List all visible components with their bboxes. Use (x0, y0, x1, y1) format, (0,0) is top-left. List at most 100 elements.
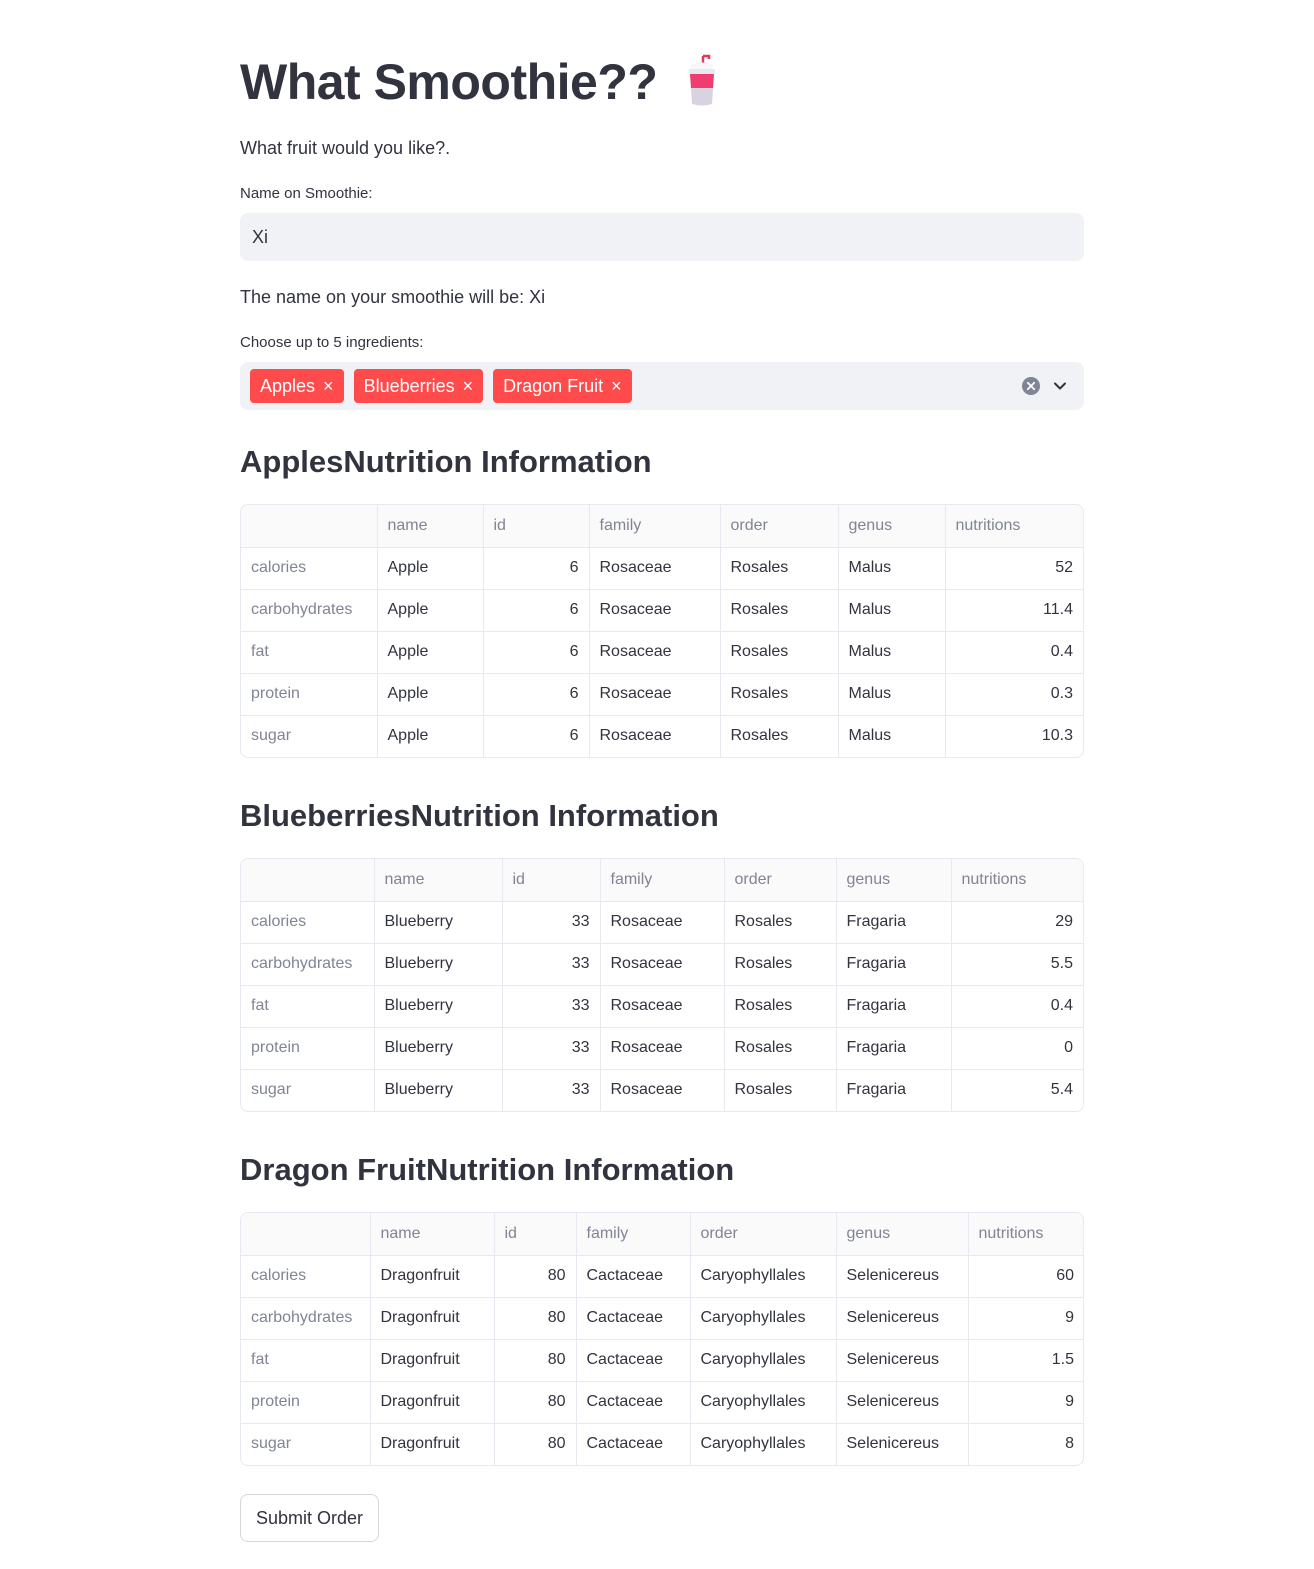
table-cell[interactable]: Rosales (720, 673, 839, 716)
table-cell[interactable]: Fragaria (836, 1027, 952, 1070)
table-cell[interactable]: Rosales (720, 547, 839, 590)
table-cell[interactable]: 0.3 (945, 673, 1083, 716)
table-cell[interactable]: Selenicereus (836, 1381, 969, 1424)
row-index-cell[interactable]: carbohydrates (241, 943, 375, 986)
table-cell[interactable]: Blueberry (374, 985, 503, 1028)
table-cell[interactable]: 33 (502, 1069, 601, 1111)
row-index-cell[interactable]: protein (241, 673, 378, 716)
table-cell[interactable]: 9 (968, 1297, 1083, 1340)
row-index-cell[interactable]: protein (241, 1381, 371, 1424)
table-cell[interactable]: Dragonfruit (370, 1297, 495, 1340)
table-cell[interactable]: Rosaceae (600, 943, 725, 986)
row-index-cell[interactable]: calories (241, 1255, 371, 1298)
table-cell[interactable]: Apple (377, 589, 484, 632)
table-cell[interactable]: Rosales (720, 715, 839, 757)
table-cell[interactable]: Selenicereus (836, 1339, 969, 1382)
table-cell[interactable]: 11.4 (945, 589, 1083, 632)
table-cell[interactable]: 6 (483, 589, 590, 632)
table-cell[interactable]: Rosales (724, 1027, 837, 1070)
table-cell[interactable]: Rosaceae (589, 631, 721, 674)
table-cell[interactable]: 5.4 (951, 1069, 1083, 1111)
table-cell[interactable]: Caryophyllales (690, 1423, 837, 1465)
column-header[interactable]: family (589, 505, 721, 548)
column-header[interactable] (241, 859, 375, 902)
row-index-cell[interactable]: sugar (241, 715, 378, 757)
table-cell[interactable]: Cactaceae (576, 1255, 691, 1298)
table-cell[interactable]: 0.4 (951, 985, 1083, 1028)
row-index-cell[interactable]: carbohydrates (241, 589, 378, 632)
table-cell[interactable]: Malus (838, 715, 946, 757)
table-cell[interactable]: 80 (494, 1297, 577, 1340)
table-cell[interactable]: 9 (968, 1381, 1083, 1424)
column-header[interactable] (241, 505, 378, 548)
table-cell[interactable]: Blueberry (374, 901, 503, 944)
column-header[interactable]: name (370, 1213, 495, 1256)
table-cell[interactable]: Cactaceae (576, 1339, 691, 1382)
row-index-cell[interactable]: protein (241, 1027, 375, 1070)
row-index-cell[interactable]: sugar (241, 1423, 371, 1465)
table-cell[interactable]: Apple (377, 631, 484, 674)
column-header[interactable] (241, 1213, 371, 1256)
table-cell[interactable]: Rosaceae (600, 901, 725, 944)
table-cell[interactable]: Selenicereus (836, 1423, 969, 1465)
column-header[interactable]: nutritions (945, 505, 1083, 548)
table-cell[interactable]: Rosaceae (600, 1027, 725, 1070)
table-cell[interactable]: Dragonfruit (370, 1339, 495, 1382)
table-cell[interactable]: Malus (838, 631, 946, 674)
column-header[interactable]: nutritions (968, 1213, 1083, 1256)
table-cell[interactable]: Caryophyllales (690, 1339, 837, 1382)
remove-chip-icon[interactable]: × (323, 377, 334, 395)
table-cell[interactable]: 1.5 (968, 1339, 1083, 1382)
table-cell[interactable]: Rosales (724, 985, 837, 1028)
table-cell[interactable]: Rosaceae (589, 715, 721, 757)
table-cell[interactable]: Fragaria (836, 901, 952, 944)
table-cell[interactable]: Rosaceae (589, 589, 721, 632)
table-cell[interactable]: 80 (494, 1423, 577, 1465)
column-header[interactable]: genus (836, 1213, 969, 1256)
table-cell[interactable]: Fragaria (836, 1069, 952, 1111)
row-index-cell[interactable]: carbohydrates (241, 1297, 371, 1340)
row-index-cell[interactable]: calories (241, 901, 375, 944)
table-cell[interactable]: 10.3 (945, 715, 1083, 757)
table-cell[interactable]: Caryophyllales (690, 1381, 837, 1424)
table-cell[interactable]: Fragaria (836, 943, 952, 986)
table-cell[interactable]: Blueberry (374, 943, 503, 986)
row-index-cell[interactable]: fat (241, 631, 378, 674)
column-header[interactable]: genus (836, 859, 952, 902)
table-cell[interactable]: Caryophyllales (690, 1297, 837, 1340)
table-cell[interactable]: Rosales (720, 631, 839, 674)
row-index-cell[interactable]: fat (241, 1339, 371, 1382)
table-cell[interactable]: Cactaceae (576, 1423, 691, 1465)
chevron-down-icon[interactable] (1052, 378, 1068, 394)
table-cell[interactable]: 52 (945, 547, 1083, 590)
table-cell[interactable]: 6 (483, 715, 590, 757)
table-cell[interactable]: 8 (968, 1423, 1083, 1465)
table-cell[interactable]: 33 (502, 943, 601, 986)
table-cell[interactable]: 29 (951, 901, 1083, 944)
name-on-smoothie-input[interactable] (240, 213, 1084, 261)
column-header[interactable]: nutritions (951, 859, 1083, 902)
column-header[interactable]: id (502, 859, 601, 902)
table-cell[interactable]: Rosaceae (600, 985, 725, 1028)
submit-order-button[interactable]: Submit Order (240, 1494, 380, 1542)
table-cell[interactable]: Cactaceae (576, 1381, 691, 1424)
table-cell[interactable]: 80 (494, 1339, 577, 1382)
column-header[interactable]: genus (838, 505, 946, 548)
ingredients-multiselect[interactable]: Apples × Blueberries × Dragon Fruit × (240, 362, 1084, 410)
table-cell[interactable]: Malus (838, 673, 946, 716)
clear-circle-icon[interactable] (1022, 377, 1040, 395)
table-cell[interactable]: Blueberry (374, 1069, 503, 1111)
column-header[interactable]: id (483, 505, 590, 548)
table-cell[interactable]: 33 (502, 1027, 601, 1070)
table-cell[interactable]: 6 (483, 631, 590, 674)
table-cell[interactable]: 60 (968, 1255, 1083, 1298)
column-header[interactable]: name (374, 859, 503, 902)
column-header[interactable]: family (600, 859, 725, 902)
table-cell[interactable]: Selenicereus (836, 1255, 969, 1298)
column-header[interactable]: id (494, 1213, 577, 1256)
table-cell[interactable]: 6 (483, 673, 590, 716)
column-header[interactable]: family (576, 1213, 691, 1256)
table-cell[interactable]: 80 (494, 1381, 577, 1424)
table-cell[interactable]: 0.4 (945, 631, 1083, 674)
table-cell[interactable]: Rosales (720, 589, 839, 632)
